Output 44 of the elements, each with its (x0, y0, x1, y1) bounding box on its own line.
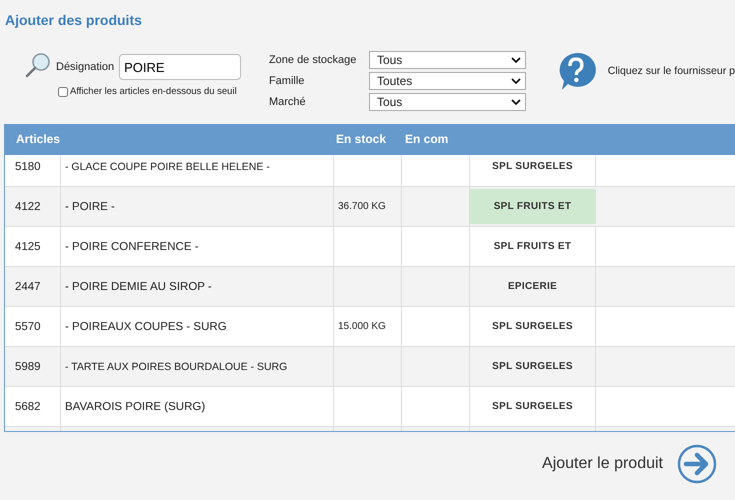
table-cell: 36.700 KG (334, 187, 402, 226)
filter-label: Marché (268, 96, 307, 108)
threshold-checkbox[interactable] (58, 86, 68, 96)
column-header: En com (405, 131, 448, 148)
magnifier-icon (25, 52, 51, 78)
table-cell: - GLACE COUPE POIRE BELLE HELENE - (61, 155, 334, 186)
filter-dropdown[interactable]: Tous (368, 93, 526, 111)
supplier-cell[interactable]: SPL SURGELES (470, 155, 596, 186)
table-cell: 5989 (5, 347, 61, 386)
table-cell: 4122 (5, 187, 61, 226)
table-cell: - POIRE - (61, 187, 334, 226)
supplier-cell[interactable]: SPL FRUITS ET (470, 227, 596, 266)
table-cell: BAVAROIS POIRE (SURG) (61, 387, 334, 426)
chevron-down-icon (510, 78, 521, 84)
table-cell: - TARTE AUX POIRES BOURDALOUE - SURG (61, 347, 334, 386)
designation-field[interactable]: POIRE (119, 54, 242, 80)
table-cell: 15.000 KG (334, 307, 402, 346)
chevron-down-icon (510, 99, 521, 105)
table-cell: 2447 (5, 267, 61, 306)
filter-dropdown[interactable]: Toutes (368, 72, 526, 90)
supplier-cell[interactable]: SPL FRUITS ET (470, 189, 596, 224)
table-cell: - POIRE DEMIE AU SIROP - (61, 267, 334, 306)
supplier-cell[interactable]: SPL SURGELES (470, 307, 596, 346)
supplier-cell[interactable]: SPL SURGELES (470, 387, 596, 426)
threshold-label: Afficher les articles en-dessous du seuil (70, 86, 237, 97)
arrow-right-icon (677, 444, 717, 484)
help-text: Cliquez sur le fournisseur p (608, 65, 735, 77)
column-header: En stock (336, 131, 388, 148)
designation-label: Désignation (56, 61, 114, 73)
filter-label: Famille (268, 75, 306, 87)
add-product-button[interactable]: Ajouter le produit (542, 444, 717, 484)
filter-dropdown[interactable]: Tous (368, 51, 526, 69)
column-header: Articles (16, 131, 62, 148)
filter-label: Zone de stockage (268, 54, 358, 66)
table-cell: - POIRE CONFERENCE - (61, 227, 334, 266)
table-cell: 5570 (5, 307, 61, 346)
table-cell: 5180 (5, 155, 61, 186)
page-title: Ajouter des produits (4, 11, 143, 30)
table-cell: - POIREAUX COUPES - SURG (61, 307, 334, 346)
table-cell: 5682 (5, 387, 61, 426)
chevron-down-icon (510, 57, 521, 63)
supplier-cell[interactable]: EPICERIE (470, 267, 596, 306)
supplier-cell[interactable]: SPL SURGELES (470, 347, 596, 386)
table-cell: 4125 (5, 227, 61, 266)
